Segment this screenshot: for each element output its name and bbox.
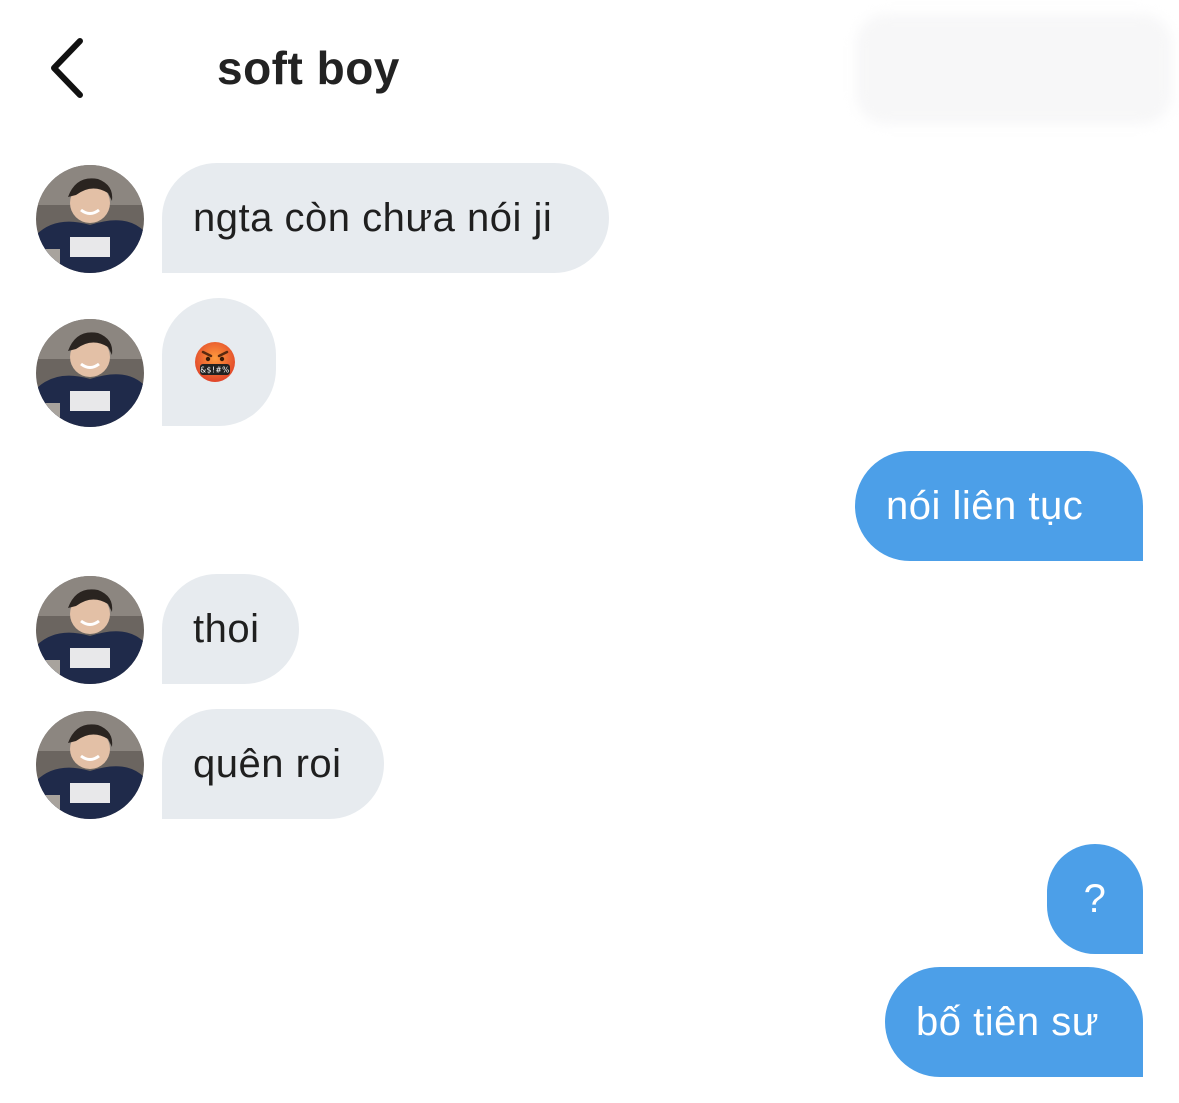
message-bubble-outgoing[interactable]: bố tiên sư [885,967,1143,1077]
avatar-photo [36,319,144,427]
message-bubble-incoming[interactable]: &$!#% [162,298,276,426]
chevron-left-icon [51,38,83,98]
message-text: bố tiên sư [916,999,1099,1044]
page-title[interactable]: soft boy [217,40,400,96]
message-text: nói liên tục [886,483,1084,528]
avatar[interactable] [36,165,144,273]
chat-header: soft boy [0,0,1179,130]
message-bubble-outgoing[interactable]: ? [1047,844,1143,954]
redacted-area [856,14,1172,124]
back-button[interactable] [36,30,96,106]
message-text: ? [1083,876,1107,921]
message-bubble-incoming[interactable]: thoi [162,574,299,684]
message-bubble-incoming[interactable]: ngta còn chưa nói ji [162,163,609,273]
avatar[interactable] [36,711,144,819]
avatar-photo [36,711,144,819]
avatar[interactable] [36,319,144,427]
face-with-symbols-on-mouth-icon: &$!#% [195,342,235,382]
message-bubble-incoming[interactable]: quên roi [162,709,384,819]
svg-text:&$!#%: &$!#% [200,366,230,375]
avatar-photo [36,576,144,684]
avatar-photo [36,165,144,273]
message-bubble-outgoing[interactable]: nói liên tục [855,451,1143,561]
message-text: thoi [193,606,260,651]
message-text: quên roi [193,741,342,786]
message-text: ngta còn chưa nói ji [193,195,553,240]
avatar[interactable] [36,576,144,684]
